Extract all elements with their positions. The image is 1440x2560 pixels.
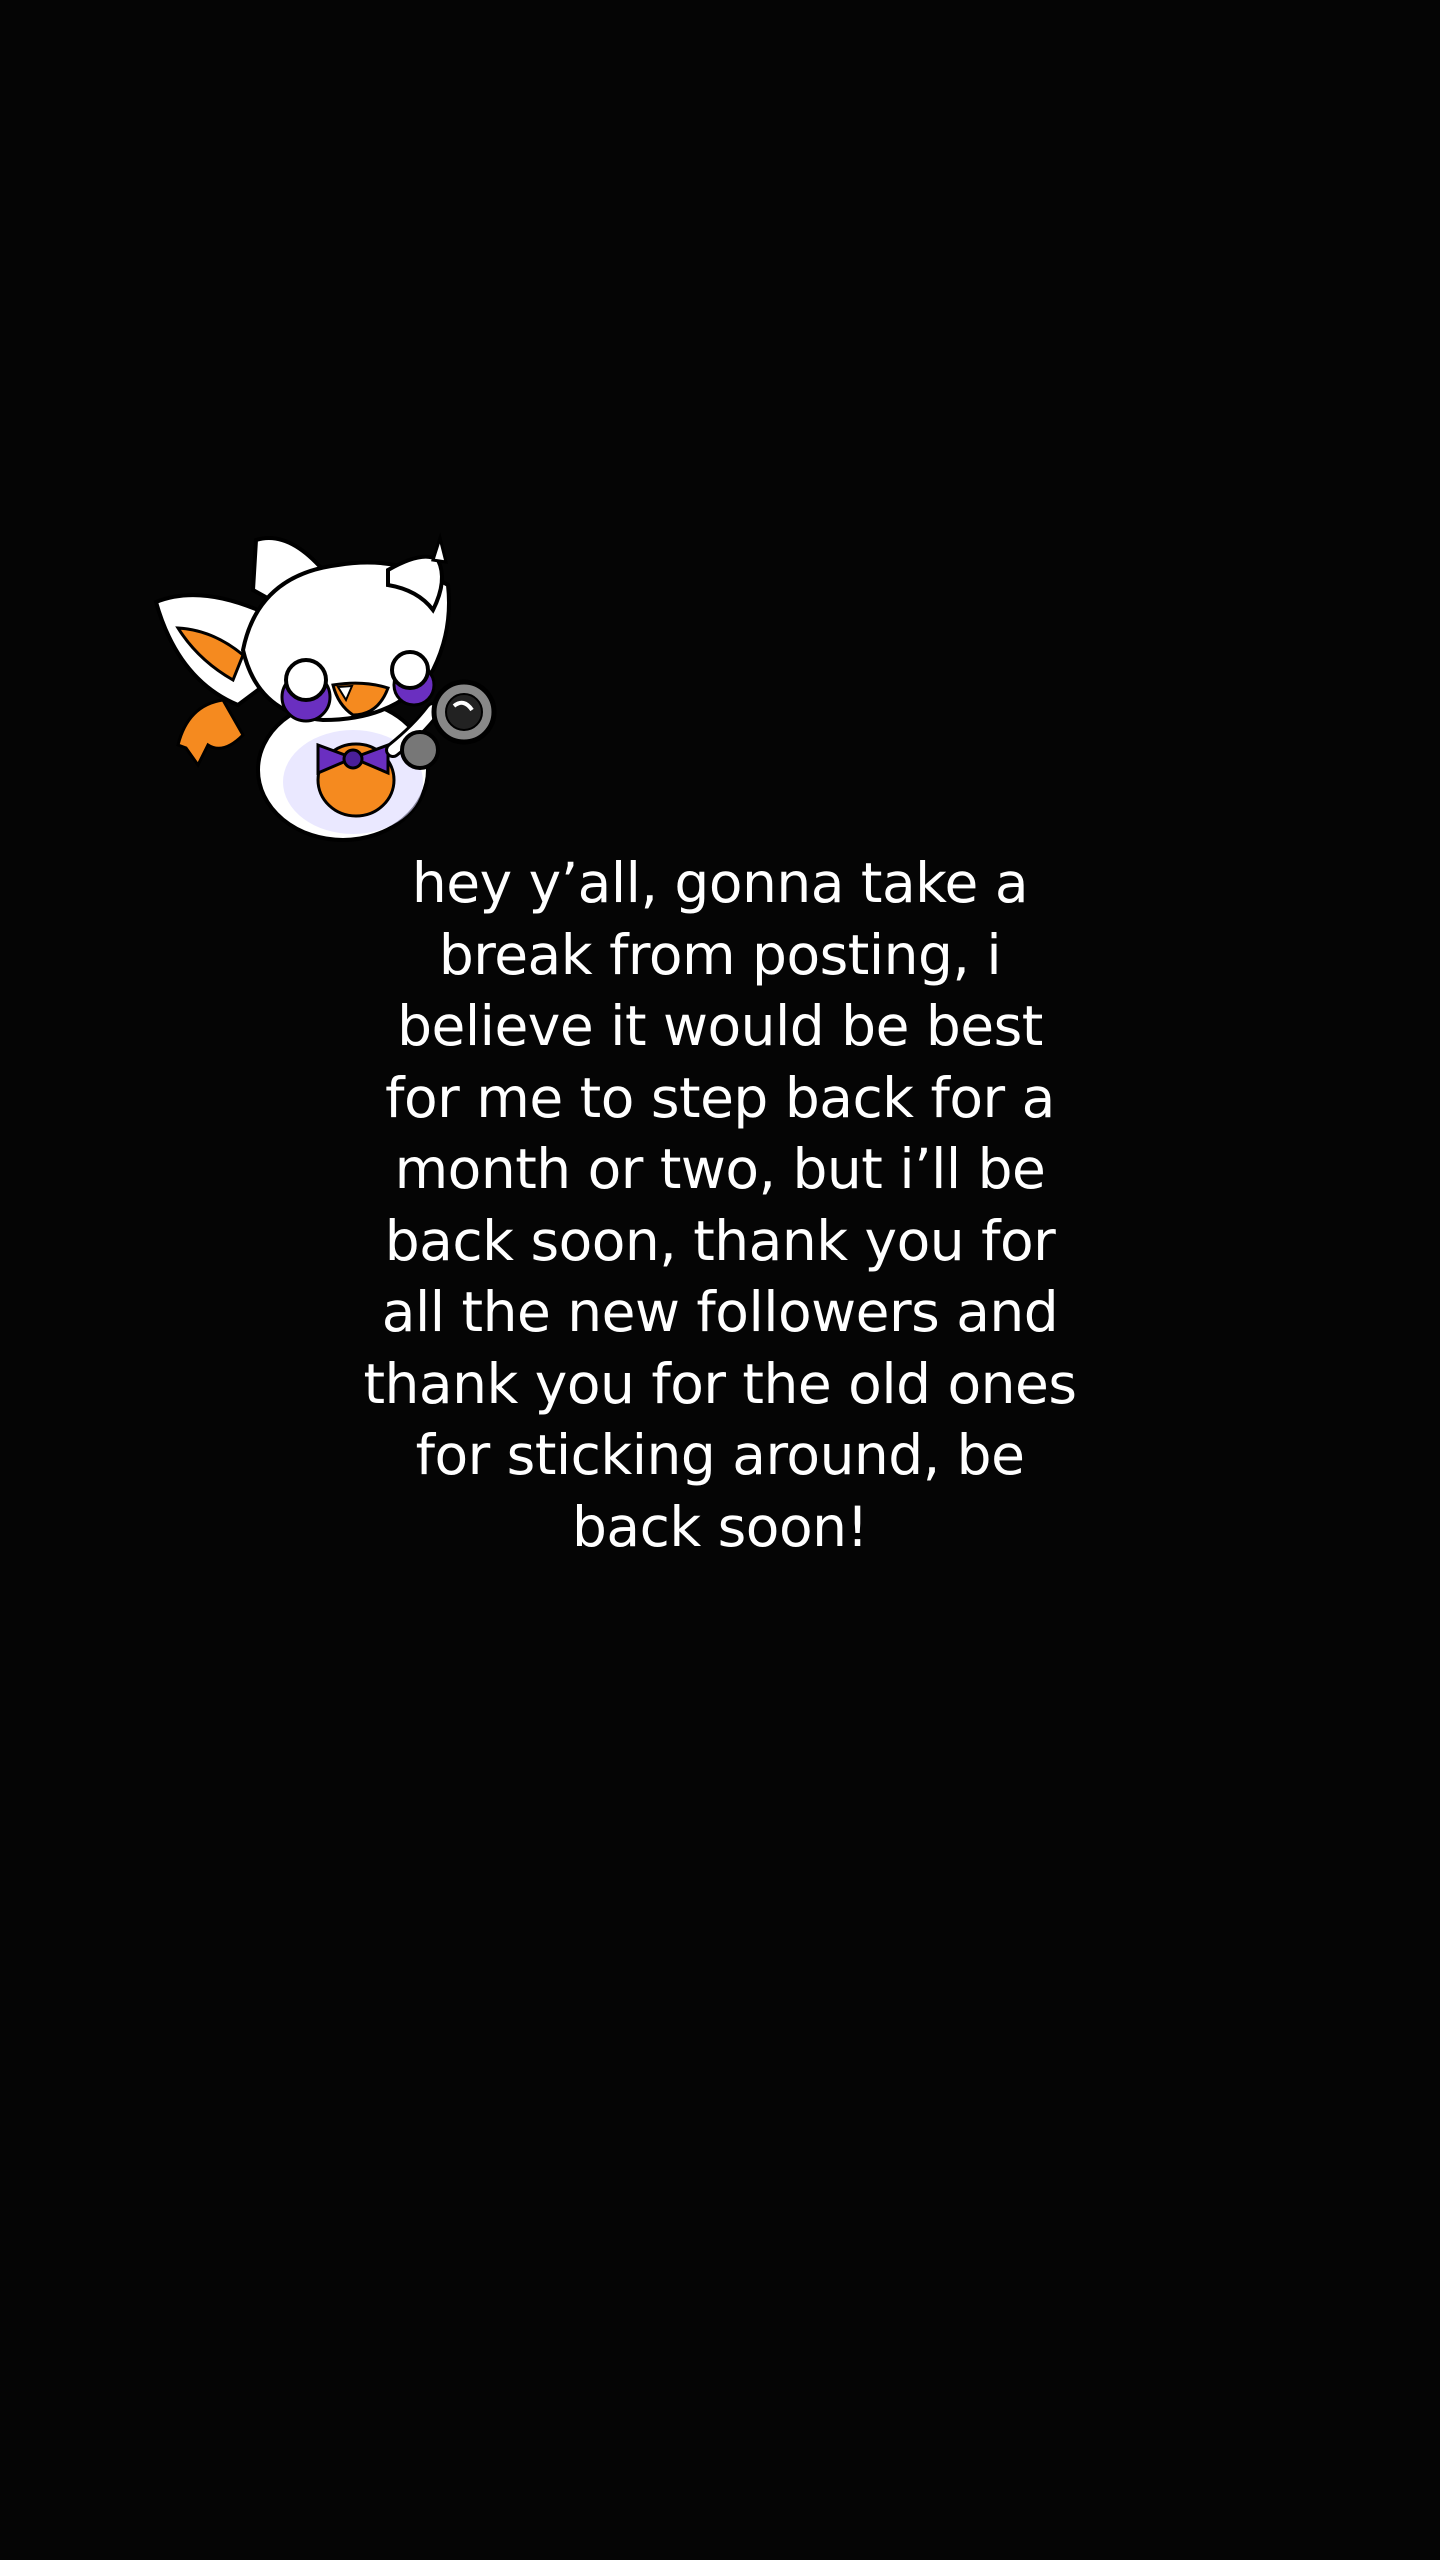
message-line: believe it would be best <box>397 994 1043 1058</box>
message-line: for sticking around, be <box>415 1423 1025 1487</box>
message-line: month or two, but i’ll be <box>394 1137 1046 1201</box>
message-line: thank you for the old ones <box>363 1351 1077 1416</box>
message-line: back soon! <box>571 1494 869 1559</box>
message-line: all the new followers and <box>381 1280 1059 1344</box>
message-line: for me to step back for a <box>385 1065 1055 1130</box>
message-line: hey y’all, gonna take a <box>411 851 1029 915</box>
post-message: hey y’all, gonna take a break from posti… <box>340 848 1100 1563</box>
fox-mascot-holding-microphone-icon <box>153 532 497 842</box>
message-line: back soon, thank you for <box>384 1208 1056 1273</box>
message-line: break from posting, i <box>438 922 1002 987</box>
story-screen: hey y’all, gonna take a break from posti… <box>0 0 1440 2560</box>
